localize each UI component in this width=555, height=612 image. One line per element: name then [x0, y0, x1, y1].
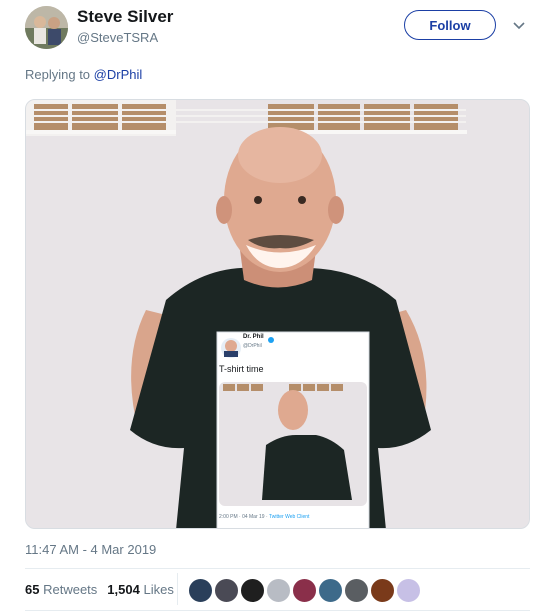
- tweet-timestamp[interactable]: 11:47 AM - 4 Mar 2019: [25, 542, 156, 557]
- liker-avatar[interactable]: [344, 578, 369, 603]
- likes-stat[interactable]: 1,504 Likes: [107, 582, 174, 597]
- liker-avatar[interactable]: [188, 578, 213, 603]
- replying-to-label: Replying to: [25, 67, 91, 82]
- liker-avatar[interactable]: [396, 578, 421, 603]
- retweets-label: Retweets: [43, 582, 98, 597]
- liker-avatar[interactable]: [318, 578, 343, 603]
- likes-label: Likes: [143, 582, 174, 597]
- embedded-tweet-footer: 2:00 PM · 04 Mar 19 · Twitter Web Client: [219, 514, 309, 520]
- liker-avatars: [188, 578, 421, 603]
- follow-button[interactable]: Follow: [404, 10, 496, 40]
- retweets-count: 65: [25, 582, 40, 597]
- embedded-tweet-time: 2:00 PM · 04 Mar 19 ·: [219, 514, 268, 520]
- tweet-media-image[interactable]: [25, 99, 530, 529]
- embedded-tweet-client: Twitter Web Client: [268, 514, 310, 520]
- divider: [25, 568, 530, 569]
- liker-avatar[interactable]: [292, 578, 317, 603]
- liker-avatar[interactable]: [370, 578, 395, 603]
- liker-avatar[interactable]: [214, 578, 239, 603]
- mention-link[interactable]: @DrPhil: [94, 67, 143, 82]
- liker-avatar[interactable]: [240, 578, 265, 603]
- retweets-stat[interactable]: 65 Retweets: [25, 582, 97, 597]
- divider: [25, 610, 530, 611]
- avatar[interactable]: [25, 6, 68, 49]
- likes-count: 1,504: [107, 582, 140, 597]
- stats-separator: [177, 573, 178, 605]
- tweet-stats: 65 Retweets 1,504 Likes: [25, 582, 174, 597]
- display-name[interactable]: Steve Silver: [77, 7, 173, 27]
- embedded-tweet-text: T-shirt time: [219, 364, 264, 374]
- replying-to: Replying to @DrPhil: [25, 67, 142, 82]
- liker-avatar[interactable]: [266, 578, 291, 603]
- chevron-down-icon[interactable]: [512, 18, 526, 32]
- embedded-tweet-name: Dr. Phil: [243, 334, 264, 340]
- avatar-photo: [25, 6, 68, 49]
- user-handle[interactable]: @SteveTSRA: [77, 30, 158, 45]
- photo-of-man-in-black-tshirt: [26, 100, 529, 528]
- embedded-tweet-handle: @DrPhil: [243, 343, 262, 349]
